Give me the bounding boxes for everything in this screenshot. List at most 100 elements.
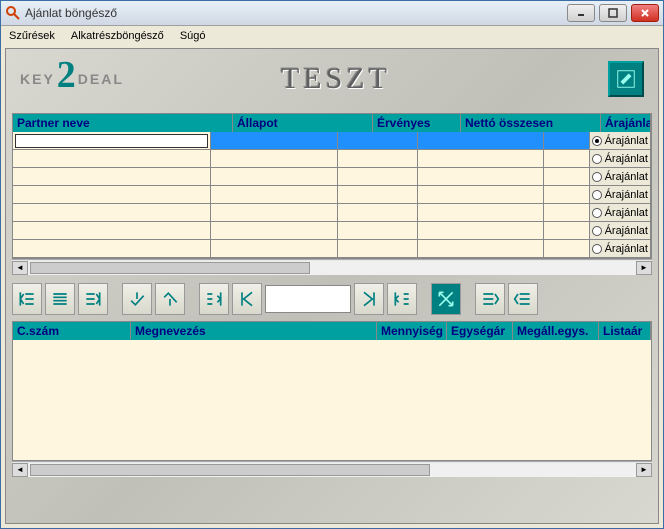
cell-partner[interactable] — [13, 222, 211, 239]
cell-ar[interactable] — [544, 150, 589, 167]
tb-lines[interactable] — [45, 283, 75, 315]
col-arajanlat[interactable]: Árajánlat|Á — [601, 114, 651, 132]
cell-ervenyes[interactable] — [338, 240, 418, 257]
col-netto[interactable]: Nettó összesen — [461, 114, 601, 132]
close-button[interactable] — [631, 4, 659, 22]
cell-allapot[interactable] — [211, 240, 337, 257]
radio-icon[interactable] — [592, 154, 602, 164]
radio-icon[interactable] — [592, 244, 602, 254]
scroll-track[interactable] — [28, 463, 636, 477]
cell-radio[interactable]: Árajánlat — [590, 150, 651, 167]
cell-netto[interactable] — [418, 150, 544, 167]
radio-icon[interactable] — [592, 136, 602, 146]
table-row[interactable]: Árajánlat — [13, 132, 651, 150]
scroll-right-icon[interactable]: ► — [636, 261, 652, 275]
scroll-thumb[interactable] — [30, 262, 310, 274]
cell-radio[interactable]: Árajánlat — [590, 240, 651, 257]
table-row[interactable]: Árajánlat — [13, 240, 651, 258]
offers-hscroll[interactable]: ◄ ► — [12, 259, 652, 275]
cell-netto[interactable] — [418, 240, 544, 257]
cell-ervenyes[interactable] — [338, 150, 418, 167]
col-megall[interactable]: Megáll.egys. — [513, 322, 599, 340]
minimize-button[interactable] — [567, 4, 595, 22]
cell-ar[interactable] — [544, 132, 589, 149]
cell-allapot[interactable] — [211, 150, 337, 167]
radio-icon[interactable] — [592, 190, 602, 200]
menu-alkatreszbongeszo[interactable]: Alkatrészböngésző — [71, 30, 164, 42]
cell-ar[interactable] — [544, 204, 589, 221]
table-row[interactable]: Árajánlat — [13, 204, 651, 222]
cell-netto[interactable] — [418, 222, 544, 239]
col-cszam[interactable]: C.szám — [13, 322, 131, 340]
cell-radio[interactable]: Árajánlat — [590, 168, 651, 185]
tb-check-up[interactable] — [122, 283, 152, 315]
cell-allapot[interactable] — [211, 204, 337, 221]
cell-ervenyes[interactable] — [338, 222, 418, 239]
cell-netto[interactable] — [418, 204, 544, 221]
maximize-button[interactable] — [599, 4, 627, 22]
menu-sugo[interactable]: Súgó — [180, 30, 206, 42]
cell-partner[interactable] — [13, 240, 211, 257]
cell-ervenyes[interactable] — [338, 132, 418, 149]
tb-cross-arrows[interactable] — [431, 283, 461, 315]
tb-indent2[interactable] — [387, 283, 417, 315]
cell-allapot[interactable] — [211, 222, 337, 239]
cell-netto[interactable] — [418, 186, 544, 203]
table-row[interactable]: Árajánlat — [13, 150, 651, 168]
table-row[interactable]: Árajánlat — [13, 222, 651, 240]
cell-ar[interactable] — [544, 240, 589, 257]
cell-netto[interactable] — [418, 168, 544, 185]
edit-button[interactable] — [608, 61, 644, 97]
cell-radio[interactable]: Árajánlat — [590, 204, 651, 221]
scroll-left-icon[interactable]: ◄ — [12, 463, 28, 477]
tb-indent-left[interactable] — [12, 283, 42, 315]
col-egysegar[interactable]: Egységár — [447, 322, 513, 340]
tb-input[interactable] — [265, 285, 351, 313]
cell-partner[interactable] — [13, 186, 211, 203]
tb-indent-right[interactable] — [78, 283, 108, 315]
menu-szuresek[interactable]: Szűrések — [9, 30, 55, 42]
cell-allapot[interactable] — [211, 186, 337, 203]
col-listaar[interactable]: Listaár — [599, 322, 651, 340]
cell-allapot[interactable] — [211, 168, 337, 185]
cell-partner[interactable] — [13, 204, 211, 221]
cell-radio[interactable]: Árajánlat — [590, 222, 651, 239]
col-partner[interactable]: Partner neve — [13, 114, 233, 132]
col-megnevezes[interactable]: Megnevezés — [131, 322, 377, 340]
items-hscroll[interactable]: ◄ ► — [12, 461, 652, 477]
cell-partner[interactable] — [13, 132, 211, 149]
scroll-thumb[interactable] — [30, 464, 430, 476]
table-row[interactable]: Árajánlat — [13, 168, 651, 186]
items-grid: C.szám Megnevezés Mennyiség Egységár Meg… — [12, 321, 652, 461]
radio-icon[interactable] — [592, 226, 602, 236]
cell-allapot[interactable] — [211, 132, 337, 149]
tb-list-arrow2[interactable] — [508, 283, 538, 315]
tb-last[interactable] — [354, 283, 384, 315]
cell-ervenyes[interactable] — [338, 186, 418, 203]
cell-partner[interactable] — [13, 168, 211, 185]
col-mennyiseg[interactable]: Mennyiség — [377, 322, 447, 340]
scroll-left-icon[interactable]: ◄ — [12, 261, 28, 275]
tb-list-arrow1[interactable] — [475, 283, 505, 315]
cell-ar[interactable] — [544, 168, 589, 185]
tb-check-down[interactable] — [155, 283, 185, 315]
radio-label: Árajánlat — [605, 243, 648, 255]
radio-icon[interactable] — [592, 172, 602, 182]
radio-icon[interactable] — [592, 208, 602, 218]
tb-outdent[interactable] — [199, 283, 229, 315]
tb-first[interactable] — [232, 283, 262, 315]
cell-ervenyes[interactable] — [338, 168, 418, 185]
col-allapot[interactable]: Állapot — [233, 114, 373, 132]
cell-partner[interactable] — [13, 150, 211, 167]
cell-ar[interactable] — [544, 186, 589, 203]
cell-radio[interactable]: Árajánlat — [590, 132, 651, 149]
table-row[interactable]: Árajánlat — [13, 186, 651, 204]
scroll-track[interactable] — [28, 261, 636, 275]
scroll-right-icon[interactable]: ► — [636, 463, 652, 477]
cell-radio[interactable]: Árajánlat — [590, 186, 651, 203]
cell-ervenyes[interactable] — [338, 204, 418, 221]
cell-ar[interactable] — [544, 222, 589, 239]
cell-netto[interactable] — [418, 132, 544, 149]
logo-key-text: KEY — [20, 71, 55, 87]
col-ervenyes[interactable]: Érvényes — [373, 114, 461, 132]
